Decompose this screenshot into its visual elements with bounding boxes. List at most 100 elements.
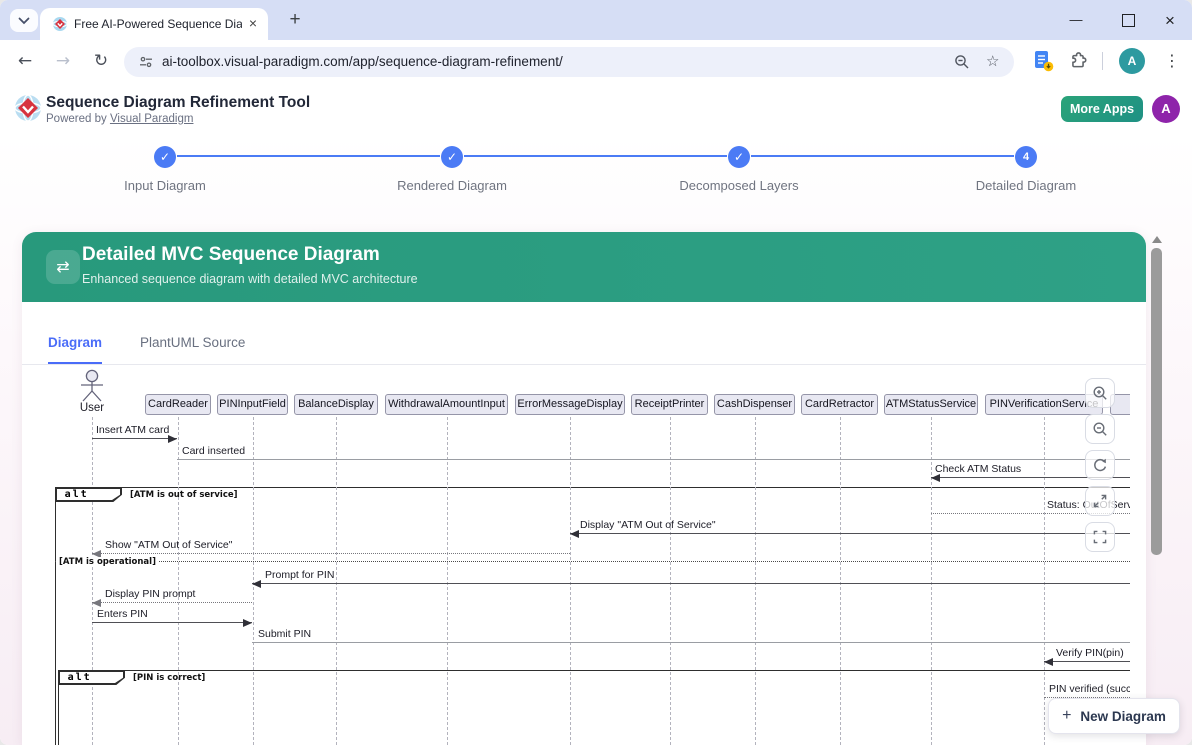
window-close-button[interactable]: × <box>1156 10 1184 32</box>
participant-box: CardRetractor <box>801 394 878 415</box>
message-label: Show "ATM Out of Service" <box>105 539 232 551</box>
arrowhead <box>1044 658 1053 666</box>
swap-arrows-icon: ⇄ <box>46 250 80 284</box>
browser-tab[interactable]: Free AI-Powered Sequence Diag × <box>40 8 268 40</box>
tab-diagram[interactable]: Diagram <box>48 335 102 364</box>
message-label: Check ATM Status <box>935 463 1021 475</box>
arrowhead <box>252 580 261 588</box>
participant-box: CardReader <box>145 394 211 415</box>
plus-icon: + <box>1062 707 1071 725</box>
stepper-step-3[interactable]: ✓ <box>728 146 750 168</box>
alt-operator-tab: alt <box>55 487 122 502</box>
message-label: Display PIN prompt <box>105 588 195 600</box>
stepper-step-4[interactable]: 4 <box>1015 146 1037 168</box>
stepper-label: Detailed Diagram <box>946 178 1106 193</box>
message-line <box>92 622 252 623</box>
stepper-connector <box>751 155 1014 157</box>
stepper-connector <box>177 155 440 157</box>
message-line <box>252 642 1130 643</box>
tab-close-button[interactable]: × <box>244 15 262 33</box>
zoom-in-icon <box>1092 385 1108 401</box>
stepper-step-1[interactable]: ✓ <box>154 146 176 168</box>
forward-button[interactable]: → <box>48 46 78 76</box>
new-tab-button[interactable]: + <box>284 9 306 31</box>
url-bar[interactable]: ai-toolbox.visual-paradigm.com/app/seque… <box>124 47 1014 77</box>
guard-condition: [ATM is out of service] <box>130 490 238 500</box>
account-avatar[interactable]: A <box>1152 95 1180 123</box>
else-guard-condition: [ATM is operational] <box>57 557 158 567</box>
site-info-icon[interactable] <box>138 54 154 70</box>
panel-tab-bar: Diagram PlantUML Source <box>22 302 1146 365</box>
lifeline <box>840 417 841 745</box>
page-zoom-icon[interactable] <box>954 54 970 70</box>
lifeline <box>931 417 932 745</box>
reload-button[interactable]: ↻ <box>86 46 116 76</box>
stepper-step-2[interactable]: ✓ <box>441 146 463 168</box>
participant-box: ReceiptPrinter <box>631 394 708 415</box>
message-label: Prompt for PIN <box>265 569 334 581</box>
stepper-label: Decomposed Layers <box>659 178 819 193</box>
visual-paradigm-link[interactable]: Visual Paradigm <box>110 113 194 125</box>
participant-box: BalanceDisplay <box>294 394 378 415</box>
participant-box: ErrorMessageDisplay <box>515 394 625 415</box>
browser-menu-icon[interactable]: ⋮ <box>1160 48 1184 74</box>
else-divider-line <box>55 561 1130 562</box>
message-line <box>1044 661 1130 662</box>
zoom-out-button[interactable] <box>1085 414 1115 444</box>
expand-icon <box>1092 493 1108 509</box>
extensions-puzzle-icon[interactable] <box>1069 52 1087 70</box>
zoom-in-button[interactable] <box>1085 378 1115 408</box>
participant-box: WithdrawalAmountInput <box>385 394 508 415</box>
reset-view-button[interactable] <box>1085 450 1115 480</box>
browser-tab-strip: Free AI-Powered Sequence Diag × + — × <box>0 0 1192 40</box>
message-label: PIN verified (succe <box>1049 683 1130 695</box>
expand-button[interactable] <box>1085 486 1115 516</box>
browser-profile-avatar[interactable]: A <box>1119 48 1145 74</box>
lifeline <box>570 417 571 745</box>
actor-stick-figure <box>75 369 109 403</box>
message-label: Enters PIN <box>97 608 148 620</box>
fit-screen-button[interactable] <box>1085 522 1115 552</box>
lifeline <box>336 417 337 745</box>
actor-label: User <box>70 402 114 414</box>
back-button[interactable]: ← <box>10 46 40 76</box>
zoom-out-icon <box>1092 421 1108 437</box>
new-diagram-button[interactable]: + New Diagram <box>1048 698 1180 734</box>
alt-operator-label: alt <box>57 489 121 501</box>
message-label: Card inserted <box>182 445 245 457</box>
powered-by-text: Powered by <box>46 113 107 125</box>
tab-search-button[interactable] <box>10 9 38 32</box>
more-apps-button[interactable]: More Apps <box>1061 96 1143 122</box>
arrowhead <box>931 474 940 482</box>
window-maximize-button[interactable] <box>1114 10 1142 32</box>
app-title: Sequence Diagram Refinement Tool <box>46 94 310 112</box>
message-label: Submit PIN <box>258 628 311 640</box>
alt-operator-tab: alt <box>58 670 125 685</box>
reading-list-icon[interactable] <box>1033 50 1054 72</box>
message-line <box>92 602 252 603</box>
tab-title: Free AI-Powered Sequence Diag <box>74 17 242 31</box>
alt-fragment-top-border <box>55 487 1130 488</box>
new-diagram-label: New Diagram <box>1080 709 1166 724</box>
message-line <box>92 438 177 439</box>
message-label: Verify PIN(pin) <box>1056 647 1124 659</box>
chevron-down-icon <box>18 17 30 25</box>
message-label: Insert ATM card <box>96 424 169 436</box>
browser-window: Free AI-Powered Sequence Diag × + — × ← … <box>0 0 1192 745</box>
favicon-visual-paradigm <box>52 16 68 32</box>
scrollbar-up-arrow[interactable] <box>1152 236 1162 243</box>
lifeline <box>1044 417 1045 745</box>
sequence-diagram: UserCardReaderPINInputFieldBalanceDispla… <box>48 368 1130 745</box>
url-text[interactable]: ai-toolbox.visual-paradigm.com/app/seque… <box>162 47 563 77</box>
participant-box: ATMStatusService <box>884 394 978 415</box>
card-subtitle: Enhanced sequence diagram with detailed … <box>82 272 418 286</box>
alt-fragment-left-border <box>55 487 56 745</box>
lifeline <box>178 417 179 745</box>
lifeline <box>755 417 756 745</box>
stepper-label: Rendered Diagram <box>372 178 532 193</box>
window-minimize-button[interactable]: — <box>1062 10 1090 32</box>
scrollbar-thumb[interactable] <box>1151 248 1162 555</box>
tab-plantuml-source[interactable]: PlantUML Source <box>140 335 245 364</box>
toolbar-divider <box>1102 52 1103 70</box>
bookmark-star-icon[interactable]: ☆ <box>986 47 999 77</box>
